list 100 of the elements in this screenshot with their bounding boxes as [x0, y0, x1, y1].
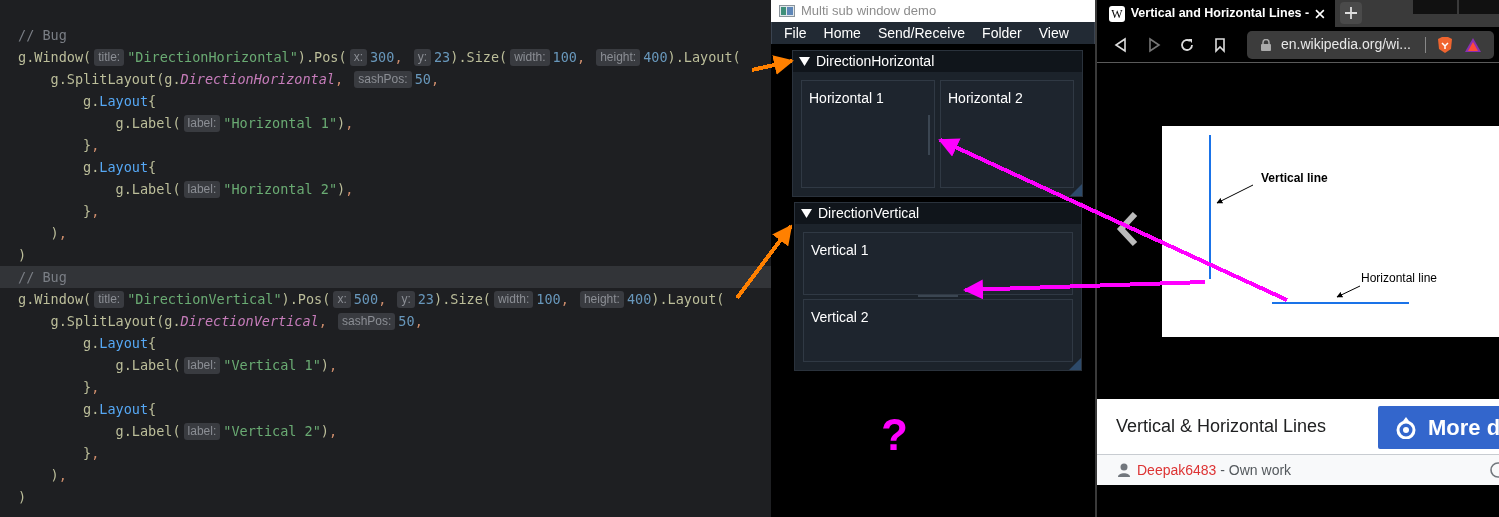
parameter-hint: title:: [94, 48, 125, 66]
chevron-left-icon[interactable]: [1115, 212, 1139, 248]
forward-icon[interactable]: [1146, 36, 1162, 53]
code-text: g.Label(: [114, 113, 181, 133]
collapse-icon[interactable]: [799, 56, 810, 67]
parameter-hint: x:: [333, 290, 351, 308]
app-icon: [779, 5, 795, 17]
code-text: g.SplitLayout(g.DirectionHorizontal,: [49, 69, 345, 89]
parameter-hint: label:: [183, 422, 221, 440]
code-text: "Vertical 1"),: [223, 355, 338, 375]
parameter-hint: label:: [183, 114, 221, 132]
splitter-handle[interactable]: [918, 295, 958, 297]
code-text: 23).Size(: [417, 289, 491, 309]
resize-grip[interactable]: [1069, 358, 1081, 370]
code-text: g.Label(: [114, 179, 181, 199]
window-title: DirectionVertical: [818, 204, 920, 223]
code-text: 500,: [353, 289, 388, 309]
parameter-hint: y:: [397, 290, 415, 308]
parameter-hint: label:: [183, 180, 221, 198]
parameter-hint: sashPos:: [338, 312, 396, 330]
reload-icon[interactable]: [1179, 36, 1195, 53]
credit-text: Deepak6483 - Own work: [1137, 460, 1292, 480]
menu-item[interactable]: Folder: [982, 22, 1022, 44]
pane-label: Vertical 1: [811, 241, 869, 260]
parameter-hint: y:: [413, 48, 431, 66]
code-text: g.Label(: [114, 355, 181, 375]
code-text: ): [18, 487, 27, 507]
bookmark-icon[interactable]: [1212, 36, 1228, 53]
diagram-label: Horizontal line: [1361, 271, 1438, 285]
menu-item[interactable]: View: [1038, 22, 1069, 44]
code-text: 100,: [552, 47, 587, 67]
more-details-button[interactable]: More d: [1378, 406, 1499, 449]
address-bar[interactable]: en.wikipedia.org/wi...: [1247, 30, 1494, 59]
question-mark: ?: [881, 413, 908, 457]
menu-item[interactable]: Send/Receive: [877, 22, 966, 44]
code-text: g.Layout{: [82, 157, 157, 177]
parameter-hint: height:: [579, 290, 624, 308]
code-text: 400).Layout(: [643, 47, 741, 67]
code-text: g.Layout{: [82, 91, 157, 111]
code-text: },: [82, 201, 100, 221]
collapse-icon[interactable]: [801, 208, 812, 219]
triangle-icon: [1463, 36, 1482, 53]
pane-label: Horizontal 1: [809, 89, 884, 108]
code-text: // Bug: [18, 25, 67, 45]
code-text: 100,: [536, 289, 570, 309]
caption-title: Vertical & Horizontal Lines: [1116, 415, 1327, 438]
parameter-hint: label:: [183, 356, 221, 374]
parameter-hint: height:: [596, 48, 641, 66]
parameter-hint: width:: [510, 48, 550, 66]
close-icon: [1315, 8, 1325, 19]
pointer-arrow: [1336, 285, 1361, 298]
code-text: "Horizontal 2"),: [223, 179, 354, 199]
user-icon: [1118, 463, 1130, 477]
code-text: "Horizontal 1"),: [223, 113, 354, 133]
code-text: },: [82, 443, 100, 463]
code-text: 300,: [370, 47, 404, 67]
window-title: Multi sub window demo: [801, 2, 937, 21]
code-text: 400).Layout(: [626, 289, 725, 309]
code-text: "DirectionHorizontal").Pos(: [127, 47, 347, 67]
splitter-handle[interactable]: [928, 115, 930, 155]
commons-icon: [1396, 416, 1416, 439]
tab-title: Vertical and Horizontal Lines -: [1130, 5, 1310, 23]
code-text: g.SplitLayout(g.DirectionVertical,: [49, 311, 328, 331]
code-text: "DirectionVertical").Pos(: [127, 289, 331, 309]
code-text: g.Layout{: [82, 399, 157, 419]
back-icon[interactable]: [1113, 36, 1129, 53]
code-text: 50,: [414, 69, 440, 89]
code-text: 50,: [398, 311, 423, 331]
plus-icon: [1345, 7, 1357, 19]
code-text: },: [82, 135, 100, 155]
diagram-label: Vertical line: [1261, 171, 1328, 185]
new-tab-button[interactable]: [1340, 2, 1362, 24]
parameter-hint: x:: [349, 48, 367, 66]
resize-grip[interactable]: [1070, 184, 1082, 196]
wikipedia-favicon: W: [1109, 5, 1125, 22]
parameter-hint: sashPos:: [354, 70, 412, 88]
license-icon: [1489, 461, 1499, 479]
window-title: DirectionHorizontal: [816, 52, 935, 71]
parameter-hint: width:: [493, 290, 534, 308]
code-text: // Bug: [18, 267, 67, 287]
code-text: g.Layout{: [82, 333, 157, 353]
code-text: ),: [49, 465, 67, 485]
pane-label: Vertical 2: [811, 308, 869, 327]
browser-tab[interactable]: W Vertical and Horizontal Lines -: [1097, 0, 1335, 27]
code-text: g.Window(: [18, 289, 92, 309]
author-link[interactable]: Deepak6483: [1137, 461, 1217, 478]
code-text: g.Label(: [114, 421, 181, 441]
code-text: 23).Size(: [434, 47, 508, 67]
code-text: ): [18, 245, 27, 265]
menu-item[interactable]: File: [784, 22, 807, 44]
pane-label: Horizontal 2: [948, 89, 1023, 108]
code-text: g.Window(: [18, 47, 92, 67]
parameter-hint: title:: [94, 290, 125, 308]
menu-item[interactable]: Home: [823, 22, 861, 44]
url-text: en.wikipedia.org/wi...: [1281, 35, 1411, 54]
code-text: ),: [49, 223, 67, 243]
code-text: },: [82, 377, 100, 397]
lock-icon: [1261, 38, 1271, 51]
pointer-arrow: [1216, 184, 1254, 204]
code-text: "Vertical 2"),: [223, 421, 338, 441]
